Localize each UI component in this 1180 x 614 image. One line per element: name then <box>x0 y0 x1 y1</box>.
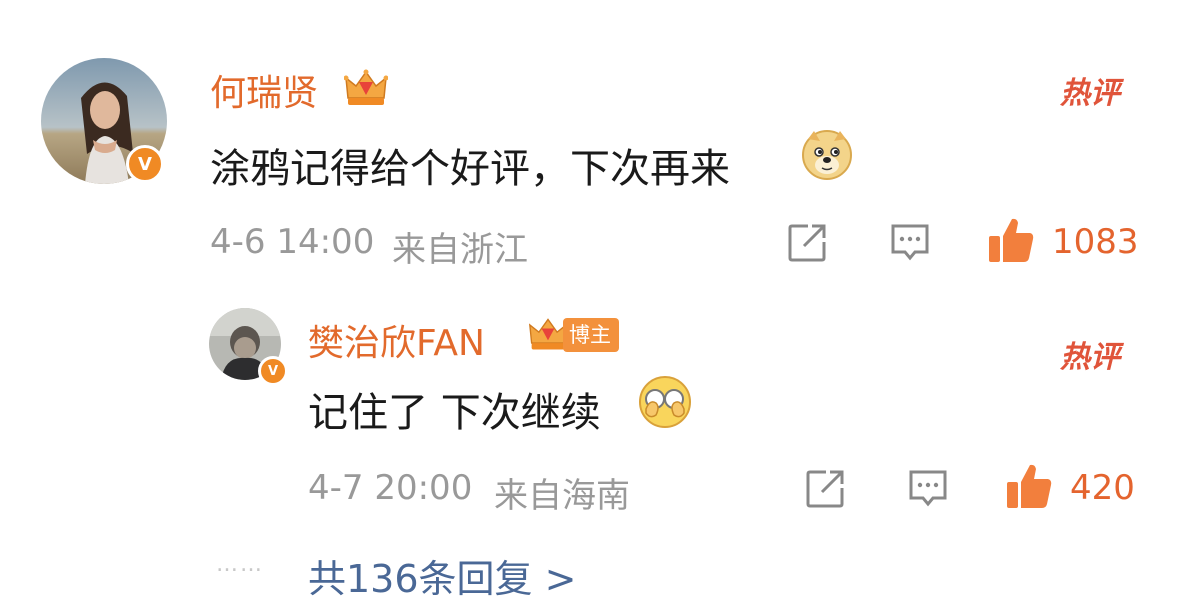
comment-time: 4-6 14:00 <box>210 222 375 262</box>
divider-dots: …… <box>216 552 264 577</box>
verified-badge: V <box>258 356 288 386</box>
verified-badge: V <box>126 145 164 183</box>
like-count: 420 <box>1070 468 1135 508</box>
crown-icon <box>344 69 388 105</box>
reply-text: 记住了 下次继续 <box>308 390 601 436</box>
reply-author-name[interactable]: 樊治欣FAN <box>308 314 485 366</box>
reply-location: 来自海南 <box>494 476 630 516</box>
like-icon[interactable] <box>1004 462 1054 510</box>
comment-author-name[interactable]: 何瑞贤 <box>210 64 318 116</box>
share-icon[interactable] <box>786 220 830 264</box>
comment-text: 涂鸦记得给个好评，下次再来 <box>210 146 730 192</box>
doge-emoji <box>802 130 852 180</box>
crown-icon <box>528 318 568 350</box>
share-icon[interactable] <box>804 466 848 510</box>
like-icon[interactable] <box>986 216 1036 264</box>
blogger-tag: 博主 <box>563 318 619 352</box>
comment-icon[interactable] <box>888 220 932 264</box>
like-count: 1083 <box>1052 222 1139 262</box>
comment-icon[interactable] <box>906 466 950 510</box>
reply-time: 4-7 20:00 <box>308 468 473 508</box>
hot-comment-label: 热评 <box>1060 76 1120 111</box>
comment-location: 来自浙江 <box>392 230 528 270</box>
hot-comment-label: 热评 <box>1060 340 1120 375</box>
more-replies-link[interactable]: 共136条回复 > <box>308 548 576 603</box>
cover-face-emoji <box>639 376 691 428</box>
